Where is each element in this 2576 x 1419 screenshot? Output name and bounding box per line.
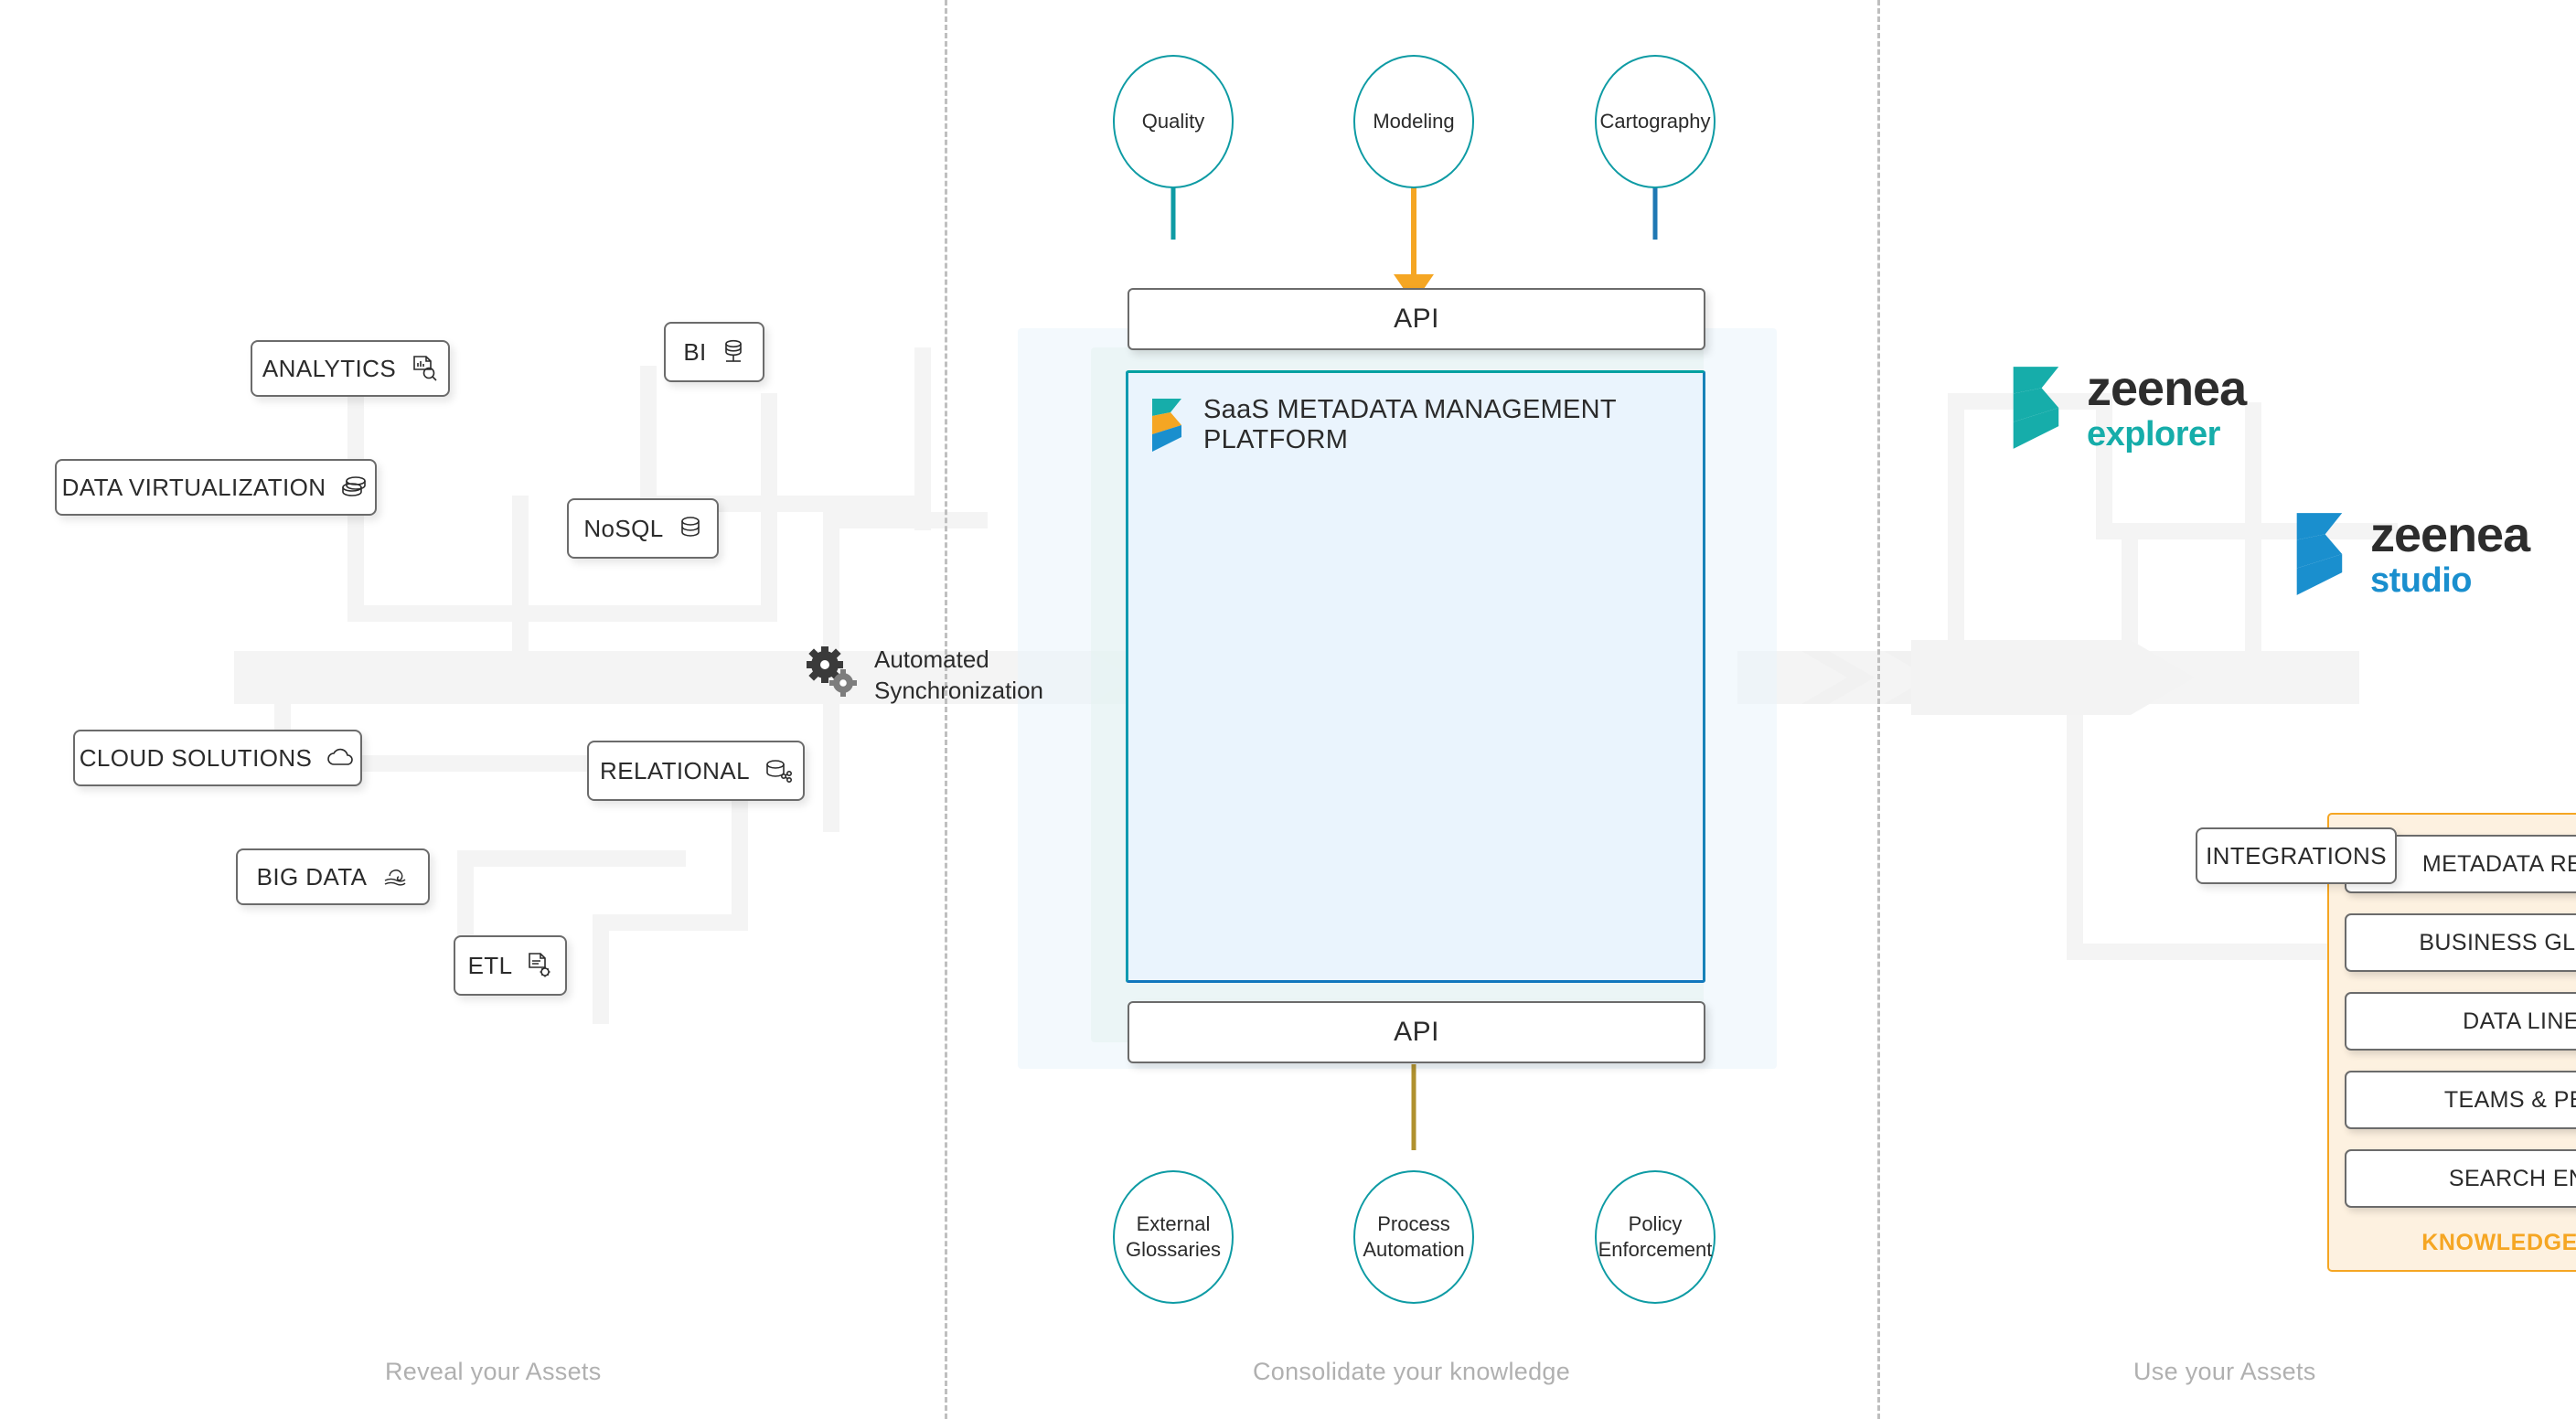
- node-label: Cartography: [1599, 109, 1711, 133]
- capability-teams-people[interactable]: TEAMS & PEOPLE: [2345, 1071, 2576, 1129]
- node-label: Process Automation: [1363, 1211, 1465, 1261]
- capability-label: BUSINESS GLOSSARY: [2419, 929, 2576, 955]
- product-name: zeenea: [2087, 361, 2247, 416]
- source-chip-big-data[interactable]: BIG DATA: [236, 848, 430, 905]
- source-chip-relational[interactable]: RELATIONAL: [587, 741, 805, 801]
- api-bar-bottom[interactable]: API: [1128, 1001, 1705, 1063]
- product-name: zeenea: [2370, 507, 2530, 562]
- source-label: NoSQL: [583, 515, 664, 542]
- source-chip-data-virtualization[interactable]: DATA VIRTUALIZATION: [55, 459, 377, 516]
- diagram-canvas: Quality Modeling Cartography API SaaS ME…: [0, 0, 2576, 1419]
- section-label: Consolidate your knowledge: [1253, 1358, 1571, 1385]
- capability-data-lineage[interactable]: DATA LINEAGE: [2345, 992, 2576, 1051]
- source-label: BI: [683, 338, 707, 366]
- node-cartography[interactable]: Cartography: [1595, 55, 1716, 188]
- automated-synchronization: Automated Synchronization: [803, 645, 1043, 707]
- saas-platform-panel: SaaS METADATA MANAGEMENT PLATFORM METADA…: [1126, 370, 2576, 1272]
- source-chip-bi[interactable]: BI: [664, 322, 764, 382]
- platform-title: SaaS METADATA MANAGEMENT PLATFORM: [1203, 395, 1617, 454]
- section-label: Reveal your Assets: [385, 1358, 602, 1385]
- section-caption-use: Use your Assets: [2133, 1358, 2316, 1386]
- product-logo-studio: zeenea studio: [2295, 507, 2530, 600]
- node-policy-enforcement[interactable]: Policy Enforcement: [1595, 1170, 1716, 1304]
- product-edition: explorer: [2087, 415, 2220, 453]
- source-label: CLOUD SOLUTIONS: [79, 744, 313, 772]
- section-caption-reveal: Reveal your Assets: [385, 1358, 602, 1386]
- source-chip-cloud-solutions[interactable]: CLOUD SOLUTIONS: [73, 730, 362, 786]
- product-edition: studio: [2370, 561, 2472, 600]
- elephant-icon: [381, 865, 409, 889]
- output-label: INTEGRATIONS: [2206, 842, 2387, 870]
- document-gear-icon: [527, 952, 552, 979]
- api-label: API: [1394, 304, 1439, 334]
- output-chip-integrations[interactable]: INTEGRATIONS: [2196, 827, 2397, 884]
- section-caption-consolidate: Consolidate your knowledge: [1253, 1358, 1570, 1386]
- source-label: BIG DATA: [256, 863, 368, 891]
- source-chip-etl[interactable]: ETL: [454, 935, 567, 996]
- node-label: Policy Enforcement: [1598, 1211, 1713, 1261]
- api-label: API: [1394, 1017, 1439, 1047]
- database-stand-icon: [721, 338, 745, 366]
- node-process-automation[interactable]: Process Automation: [1353, 1170, 1474, 1304]
- source-label: RELATIONAL: [600, 757, 750, 784]
- zeenea-chevron-mark-icon: [1152, 399, 1181, 452]
- node-modeling[interactable]: Modeling: [1353, 55, 1474, 188]
- section-label: Use your Assets: [2133, 1358, 2316, 1385]
- database-share-icon: [764, 757, 792, 784]
- database-cylinder-icon: [679, 515, 702, 542]
- capability-label: SEARCH ENGINE: [2448, 1165, 2576, 1191]
- zeenea-chevron-mark-icon: [2013, 367, 2059, 449]
- stacked-disks-icon: [340, 474, 369, 501]
- divider-left: [945, 0, 947, 1419]
- capability-business-glossary[interactable]: BUSINESS GLOSSARY: [2345, 913, 2576, 972]
- node-quality[interactable]: Quality: [1113, 55, 1234, 188]
- knowledge-graph-caption: KNOWLEDGE GRAPH: [2421, 1230, 2576, 1255]
- source-label: ANALYTICS: [262, 355, 397, 382]
- divider-right: [1877, 0, 1880, 1419]
- node-label: External Glossaries: [1126, 1211, 1221, 1261]
- source-chip-nosql[interactable]: NoSQL: [567, 498, 719, 559]
- capability-label: METADATA REGISTRY: [2421, 850, 2576, 877]
- capability-label: DATA LINEAGE: [2463, 1008, 2576, 1034]
- zeenea-chevron-mark-icon: [2296, 513, 2343, 595]
- api-bar-top[interactable]: API: [1128, 288, 1705, 350]
- gears-icon: [803, 645, 860, 706]
- node-external-glossaries[interactable]: External Glossaries: [1113, 1170, 1234, 1304]
- capability-search-engine[interactable]: SEARCH ENGINE: [2345, 1149, 2576, 1208]
- node-label: Quality: [1141, 109, 1205, 133]
- source-label: ETL: [467, 952, 513, 979]
- product-logo-explorer: zeenea explorer: [2012, 361, 2247, 453]
- document-search-icon: [411, 355, 438, 382]
- source-chip-analytics[interactable]: ANALYTICS: [251, 340, 450, 397]
- platform-header: SaaS METADATA MANAGEMENT PLATFORM: [1128, 373, 1703, 455]
- node-label: Modeling: [1373, 109, 1455, 133]
- capability-label: TEAMS & PEOPLE: [2443, 1086, 2576, 1113]
- sync-label: Automated Synchronization: [874, 645, 1043, 704]
- cloud-icon: [326, 747, 356, 769]
- source-label: DATA VIRTUALIZATION: [61, 474, 326, 501]
